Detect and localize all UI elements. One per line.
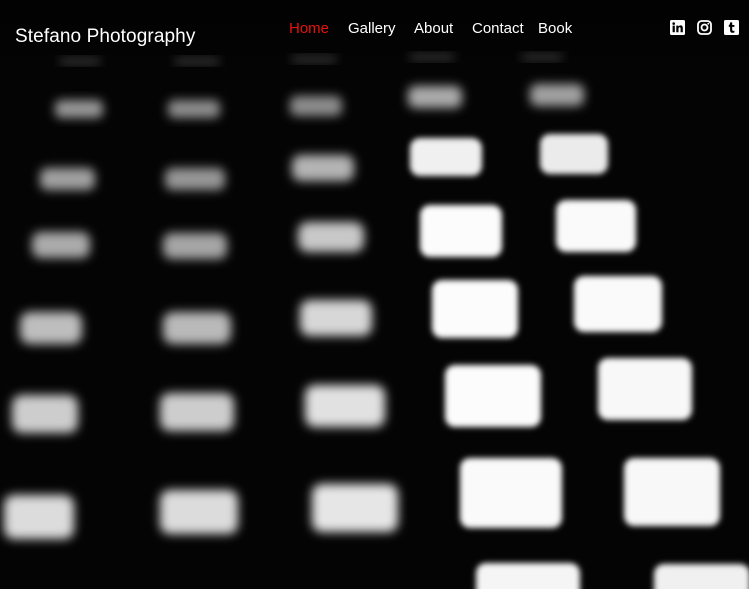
instagram-icon[interactable]	[697, 20, 712, 36]
nav-book[interactable]: Book	[538, 20, 572, 37]
page: Stefano Photography Home Gallery About C…	[0, 0, 749, 589]
hero-top-shade	[0, 0, 749, 589]
site-header: Stefano Photography Home Gallery About C…	[0, 0, 749, 70]
site-title[interactable]: Stefano Photography	[15, 26, 195, 48]
hero-background-image	[0, 0, 749, 589]
linkedin-icon[interactable]	[670, 20, 685, 36]
nav-gallery[interactable]: Gallery	[348, 20, 396, 37]
nav-home[interactable]: Home	[289, 20, 329, 37]
nav-contact[interactable]: Contact	[472, 20, 524, 37]
nav-about[interactable]: About	[414, 20, 453, 37]
tumblr-icon[interactable]	[724, 20, 739, 36]
